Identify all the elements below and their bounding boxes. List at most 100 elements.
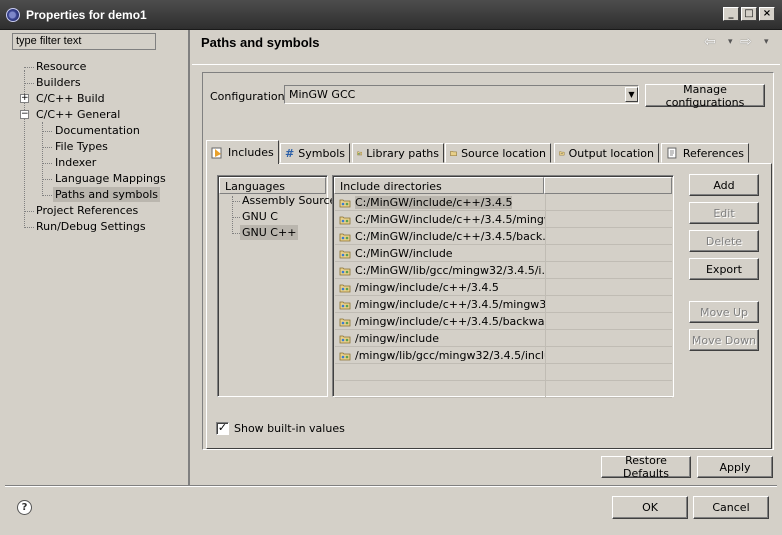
tree-item-language-mappings[interactable]: Language Mappings [55,172,166,185]
table-row[interactable]: C:/MinGW/include/c++/3.4.5/back... [335,228,672,245]
include-path-cell: C:/MinGW/include/c++/3.4.5/back... [335,228,545,244]
tab-source-location[interactable]: Source location [445,143,551,163]
back-dropdown-icon[interactable]: ▾ [728,37,733,47]
include-path-cell: /mingw/lib/gcc/mingw32/3.4.5/inclu... [335,347,545,363]
expand-icon[interactable]: + [20,94,29,103]
include-path-label: C:/MinGW/include/c++/3.4.5 [355,196,513,209]
language-label: GNU C++ [240,225,299,240]
forward-dropdown-icon[interactable]: ▾ [764,37,769,47]
table-row[interactable]: C:/MinGW/include/c++/3.4.5 [335,194,672,211]
language-item[interactable]: Assembly Source [242,194,336,207]
empty-cell [545,330,672,346]
tree-line [42,163,52,164]
tree-item-builders[interactable]: Builders [36,76,81,89]
tree-line [42,122,43,196]
close-button[interactable]: × [759,7,775,21]
table-row[interactable]: /mingw/include/c++/3.4.5/backward [335,313,672,330]
empty-cell [545,279,672,295]
panel-splitter[interactable] [188,30,190,485]
help-icon[interactable]: ? [17,500,32,515]
tree-line [24,227,34,228]
empty-column-header[interactable] [544,177,672,194]
page-title: Paths and symbols [201,35,320,50]
tree-item-file-types[interactable]: File Types [55,140,108,153]
header-divider [192,64,780,65]
tree-item-project-references[interactable]: Project References [36,204,138,217]
show-builtin-checkbox[interactable]: ✓ [216,422,229,435]
tree-item-cpp-build[interactable]: C/C++ Build [36,92,105,105]
add-button[interactable]: Add [689,174,759,196]
tab-references[interactable]: References [661,143,749,163]
include-folder-icon [339,301,351,310]
languages-list[interactable] [217,175,328,397]
tree-item-label: Resource [36,60,87,73]
tab-label: Library paths [366,146,439,160]
restore-defaults-button[interactable]: Restore Defaults [601,454,691,480]
tree-item-label: Paths and symbols [53,187,161,202]
language-item-selected[interactable]: GNU C++ [240,225,299,240]
tree-line [42,179,52,180]
back-arrow-icon[interactable]: ⇦ [704,34,716,50]
output-folder-icon [559,151,565,156]
apply-button[interactable]: Apply [697,456,773,478]
tree-item-label: Project References [36,204,139,217]
hash-icon: # [285,147,295,160]
dropdown-arrow-icon[interactable]: ▼ [625,87,638,102]
tree-item-indexer[interactable]: Indexer [55,156,96,169]
empty-cell [545,364,672,380]
empty-cell [545,381,672,397]
show-builtin-label: Show built-in values [234,422,345,435]
tree-item-paths-and-symbols[interactable]: Paths and symbols [53,187,161,202]
table-row[interactable]: C:/MinGW/include [335,245,672,262]
empty-cell [545,194,672,210]
tab-symbols[interactable]: # Symbols [280,143,350,163]
maximize-button[interactable]: □ [741,7,757,21]
tree-item-resource[interactable]: Resource [36,60,86,73]
table-row[interactable]: /mingw/include/c++/3.4.5/mingw32 [335,296,672,313]
tree-item-label: C/C++ General [36,108,121,121]
include-directories-header[interactable]: Include directories [334,177,544,194]
manage-configurations-button[interactable]: Manage configurations [645,83,765,109]
include-path-cell: /mingw/include [335,330,545,346]
empty-table-row[interactable] [335,381,672,398]
collapse-icon[interactable]: − [20,110,29,119]
empty-cell [545,211,672,227]
configuration-label: Configuration: [210,90,289,103]
table-row[interactable]: /mingw/include [335,330,672,347]
forward-arrow-icon[interactable]: ⇨ [740,34,752,50]
edit-button[interactable]: Edit [689,202,759,224]
include-folder-icon [339,318,351,327]
cancel-button[interactable]: Cancel [693,496,769,519]
table-row[interactable]: /mingw/include/c++/3.4.5 [335,279,672,296]
tree-item-run-debug-settings[interactable]: Run/Debug Settings [36,220,146,233]
library-folder-icon [357,151,363,156]
include-path-cell: C:/MinGW/include/c++/3.4.5 [335,194,545,210]
tree-item-cpp-general[interactable]: C/C++ General [36,108,120,121]
include-path-label: C:/MinGW/include/c++/3.4.5/back... [355,230,545,243]
table-row[interactable]: C:/MinGW/include/c++/3.4.5/mingw... [335,211,672,228]
references-icon [667,147,677,159]
tab-output-location[interactable]: Output location [554,143,659,163]
include-path-cell: /mingw/include/c++/3.4.5/backward [335,313,545,329]
tab-includes[interactable]: Includes [206,140,279,164]
delete-button[interactable]: Delete [689,230,759,252]
include-path-cell: C:/MinGW/include [335,245,545,261]
move-up-button[interactable]: Move Up [689,301,759,323]
table-row[interactable]: /mingw/lib/gcc/mingw32/3.4.5/inclu... [335,347,672,364]
include-path-cell: C:/MinGW/include/c++/3.4.5/mingw... [335,211,545,227]
tab-library-paths[interactable]: Library paths [352,143,444,163]
languages-header[interactable]: Languages [219,177,326,194]
table-row[interactable]: C:/MinGW/lib/gcc/mingw32/3.4.5/i... [335,262,672,279]
tree-item-documentation[interactable]: Documentation [55,124,140,137]
empty-table-row[interactable] [335,364,672,381]
export-button[interactable]: Export [689,258,759,280]
include-path-label: C:/MinGW/lib/gcc/mingw32/3.4.5/i... [355,264,545,277]
include-folder-icon [339,216,351,225]
filter-input[interactable]: type filter text [12,33,156,50]
configuration-select[interactable]: MinGW GCC [284,85,639,104]
minimize-button[interactable]: _ [723,7,739,21]
language-item[interactable]: GNU C [242,210,278,223]
move-down-button[interactable]: Move Down [689,329,759,351]
ok-button[interactable]: OK [612,496,688,519]
includes-icon [211,147,222,158]
